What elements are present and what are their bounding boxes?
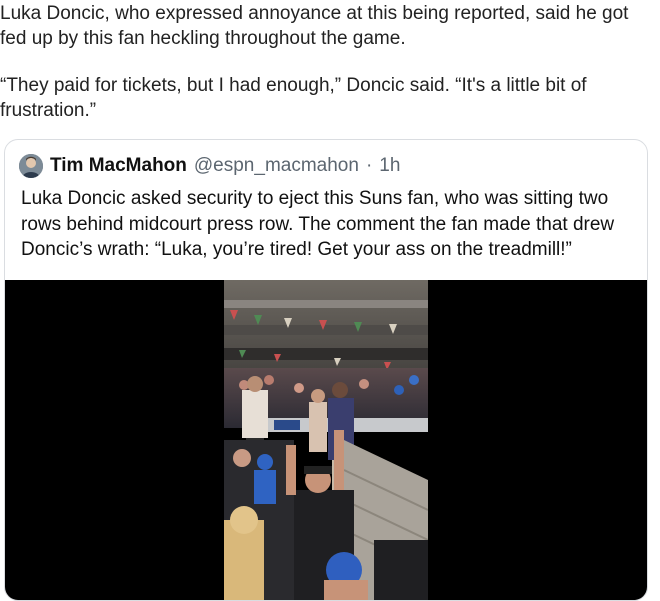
separator-dot: · (365, 155, 373, 176)
article-paragraph-2: “They paid for tickets, but I had enough… (0, 75, 587, 121)
author-handle[interactable]: @espn_macmahon (194, 155, 359, 177)
embedded-tweet[interactable]: Tim MacMahon @espn_macmahon · 1h Luka Do… (4, 139, 648, 601)
author-name[interactable]: Tim MacMahon (50, 155, 187, 177)
tweet-timestamp[interactable]: 1h (379, 155, 400, 177)
article-paragraph-1: Luka Doncic, who expressed annoyance at … (0, 3, 629, 49)
video-thumbnail-icon[interactable] (224, 280, 428, 600)
tweet-header: Tim MacMahon @espn_macmahon · 1h (19, 153, 400, 179)
tweet-text: Luka Doncic asked security to eject this… (21, 188, 615, 260)
user-avatar-icon[interactable] (19, 154, 43, 178)
tweet-media[interactable] (5, 280, 647, 600)
